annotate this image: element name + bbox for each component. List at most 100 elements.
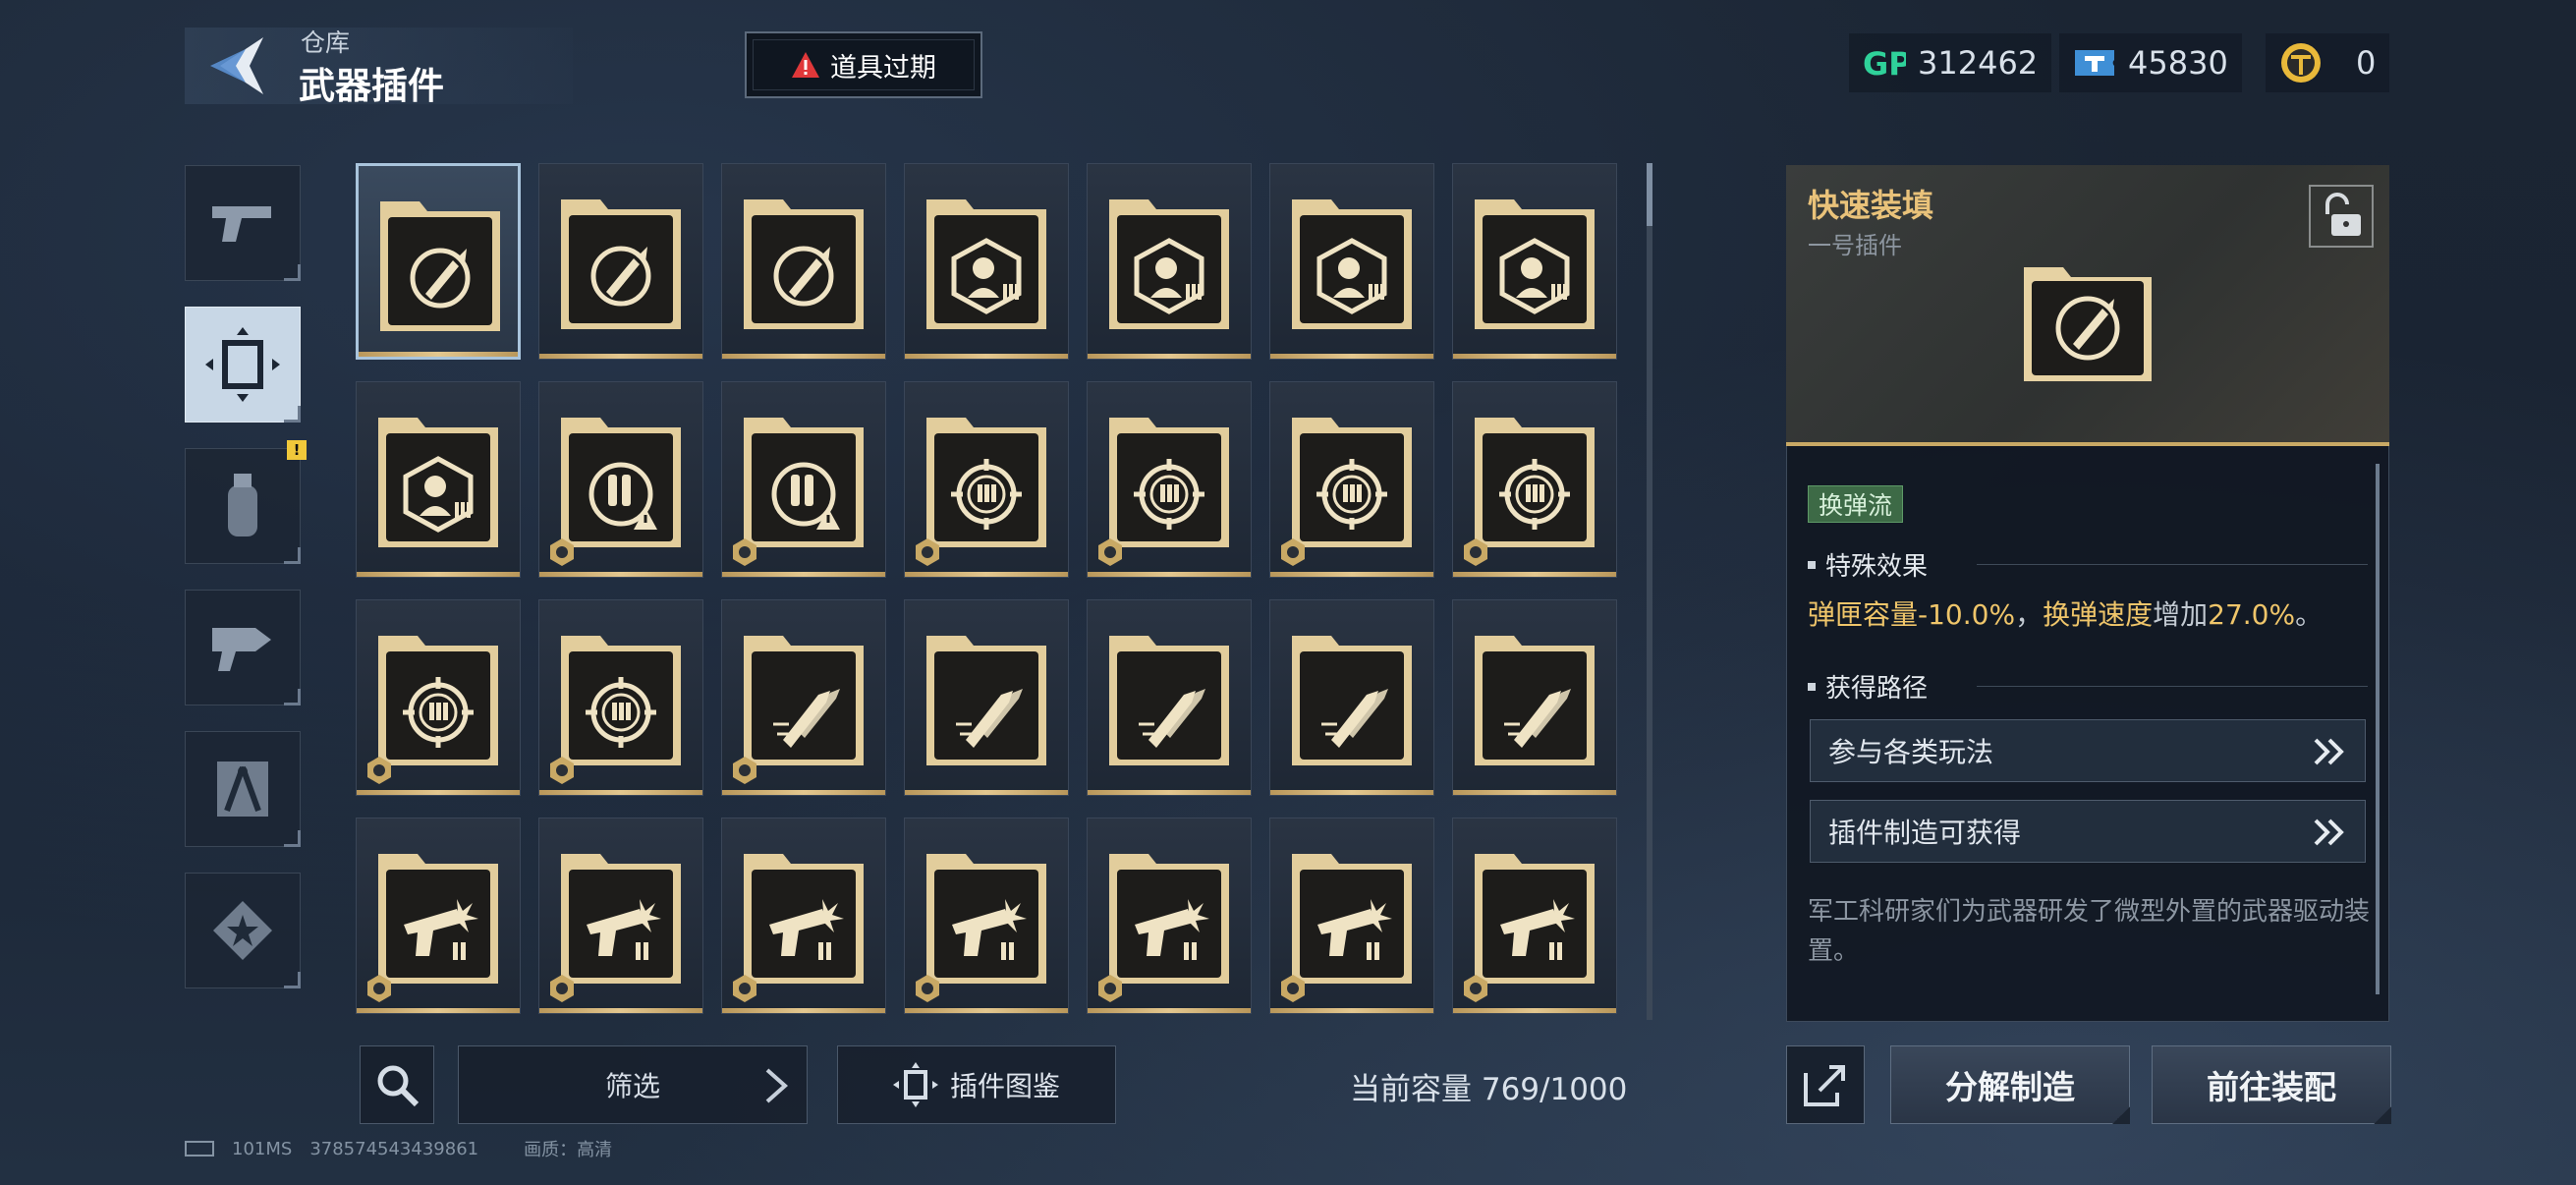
grenade-icon [228, 474, 257, 536]
rarity-bar [905, 572, 1068, 577]
grid-scroll-thumb[interactable] [1647, 163, 1652, 226]
plugin-slot[interactable] [904, 163, 1069, 360]
coin-value: 0 [2356, 44, 2377, 82]
effect-value-b: 27.0% [2208, 598, 2296, 631]
speed-bullets-icon [1292, 636, 1412, 765]
plugin-slot[interactable] [1269, 381, 1434, 578]
plugin-slot[interactable] [721, 599, 886, 796]
rarity-bar [539, 1008, 702, 1013]
playstyle-tag: 换弹流 [1808, 485, 1904, 523]
rarity-bar [722, 354, 885, 359]
plugin-slot[interactable] [904, 599, 1069, 796]
breadcrumb-parent: 仓库 [301, 28, 351, 57]
new-badge: ! [287, 440, 307, 460]
rarity-bar [539, 790, 702, 795]
plugin-slot[interactable] [721, 818, 886, 1014]
gear-icon [1464, 975, 1487, 1002]
coin-icon [2279, 41, 2323, 85]
effect-divider [1977, 564, 2368, 565]
svg-text:GP: GP [1863, 45, 1906, 81]
grid-scrollbar[interactable] [1647, 163, 1652, 1020]
share-button[interactable] [1786, 1045, 1865, 1124]
search-button[interactable] [360, 1045, 434, 1124]
side-tab-gun-part[interactable] [185, 590, 301, 705]
plugin-slot[interactable] [1087, 381, 1252, 578]
rarity-bar [1270, 1008, 1433, 1013]
speed-bullets-icon [1109, 636, 1229, 765]
filter-button[interactable]: 筛选 [458, 1045, 808, 1124]
detail-scroll-thumb[interactable] [2376, 464, 2380, 994]
gear-icon [733, 538, 756, 566]
plugin-slot[interactable] [356, 818, 521, 1014]
plugin-slot[interactable] [1452, 818, 1617, 1014]
rarity-bar [1453, 354, 1616, 359]
gun-burst-icon [378, 854, 498, 984]
plugin-slot[interactable] [904, 381, 1069, 578]
compass-icon [217, 762, 268, 817]
plugin-slot[interactable] [538, 599, 703, 796]
plugin-grid [356, 163, 1623, 1014]
source-gameplay-label: 参与各类玩法 [1828, 736, 1994, 768]
plugin-codex-label: 插件图鉴 [949, 1070, 1060, 1102]
rarity-bar [539, 354, 702, 359]
plugin-slot[interactable] [1087, 818, 1252, 1014]
rarity-bar [1270, 354, 1433, 359]
plugin-codex-button[interactable]: 插件图鉴 [837, 1045, 1116, 1124]
plugin-slot[interactable] [1452, 163, 1617, 360]
side-tab-grenade[interactable] [185, 448, 301, 564]
gp-currency: GP 312462 [1849, 33, 2052, 92]
lock-button[interactable] [2309, 185, 2374, 248]
plugin-slot[interactable] [1269, 818, 1434, 1014]
capacity-text: 当前容量 769/1000 [1350, 1072, 1628, 1107]
equip-button[interactable]: 前往装配 [2152, 1045, 2391, 1124]
plugin-title: 快速装填 [1808, 187, 1934, 224]
plugin-slot[interactable] [721, 381, 886, 578]
side-tab-plugin[interactable] [185, 307, 301, 423]
crosshair-bullets-icon [1475, 418, 1595, 547]
page-title: 武器插件 [299, 65, 444, 107]
source-crafting-button[interactable]: 插件制造可获得 [1810, 800, 2366, 863]
rarity-bar [1088, 354, 1251, 359]
plugin-slot[interactable] [538, 163, 703, 360]
source-gameplay-button[interactable]: 参与各类玩法 [1810, 719, 2366, 782]
crosshair-bullets-icon [378, 636, 498, 765]
plugin-slot[interactable] [1269, 163, 1434, 360]
back-arrow-icon [210, 37, 263, 94]
side-tab-badge[interactable] [185, 873, 301, 988]
gear-icon [1464, 538, 1487, 566]
gear-icon [550, 538, 574, 566]
plugin-slot[interactable] [1452, 381, 1617, 578]
side-tab-pistol[interactable] [185, 165, 301, 281]
chevron-right-icon [765, 1068, 789, 1103]
gear-icon [367, 757, 391, 784]
plugin-slot[interactable] [538, 818, 703, 1014]
plugin-slot[interactable] [904, 818, 1069, 1014]
plugin-slot[interactable] [1269, 599, 1434, 796]
rarity-bar [357, 572, 520, 577]
plugin-slot[interactable] [1452, 599, 1617, 796]
gear-icon [367, 975, 391, 1002]
speed-bullets-icon [1475, 636, 1595, 765]
plugin-slot[interactable] [721, 163, 886, 360]
rarity-bar [722, 790, 885, 795]
selected-plugin-icon [2024, 267, 2152, 381]
plugin-slot[interactable] [538, 381, 703, 578]
status-bar: 101MS 378574543439861 画质：高清 [185, 1136, 612, 1161]
ticket-value: 45830 [2128, 44, 2228, 82]
back-button[interactable] [206, 33, 275, 98]
plugin-slot[interactable] [356, 381, 521, 578]
plugin-slot[interactable] [356, 163, 521, 360]
disassemble-button[interactable]: 分解制造 [1890, 1045, 2130, 1124]
expired-items-button[interactable]: 道具过期 [745, 31, 982, 98]
rarity-bar [1453, 790, 1616, 795]
plugin-slot[interactable] [1087, 599, 1252, 796]
gun-burst-icon [744, 854, 864, 984]
rarity-bar [905, 1008, 1068, 1013]
plugin-slot[interactable] [356, 599, 521, 796]
rarity-bar [1088, 790, 1251, 795]
side-tab-compass[interactable] [185, 731, 301, 847]
plugin-slot[interactable] [1087, 163, 1252, 360]
coin-currency: 0 [2266, 33, 2390, 92]
bullets-warning-icon [561, 418, 681, 547]
effect-stat-b: 换弹速度 [2043, 598, 2154, 631]
